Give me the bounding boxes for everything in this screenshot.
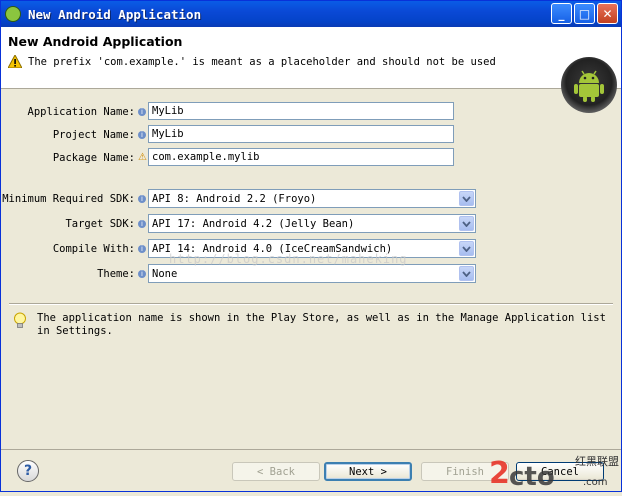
min-sdk-label: Minimum Required SDK: bbox=[2, 193, 135, 205]
compile-with-label: Compile With: bbox=[52, 243, 135, 255]
project-name-label: Project Name: bbox=[52, 129, 135, 141]
wizard-form: Application Name: i MyLib Project Name: … bbox=[1, 90, 621, 450]
maximize-button[interactable]: □ bbox=[574, 3, 595, 24]
project-name-field[interactable]: MyLib bbox=[148, 125, 454, 143]
application-name-label: Application Name: bbox=[27, 106, 135, 118]
corner-watermark-logo: 2 cto 红黑联盟 .com bbox=[487, 447, 622, 493]
watermark: http://blog.csdn.net/maheking bbox=[169, 252, 408, 266]
minimize-button[interactable]: _ bbox=[551, 3, 572, 24]
page-title: New Android Application bbox=[8, 34, 183, 49]
wizard-header: New Android Application The prefix 'com.… bbox=[1, 27, 621, 113]
next-button[interactable]: Next > bbox=[324, 462, 412, 481]
info-icon: i bbox=[138, 245, 146, 253]
chevron-down-icon[interactable] bbox=[459, 241, 474, 256]
header-warning: The prefix 'com.example.' is meant as a … bbox=[7, 53, 496, 69]
package-name-label: Package Name: bbox=[52, 152, 135, 164]
application-name-field[interactable]: MyLib bbox=[148, 102, 454, 120]
tip-message: The application name is shown in the Pla… bbox=[37, 312, 606, 337]
separator bbox=[9, 303, 613, 305]
lightbulb-icon bbox=[13, 312, 27, 330]
target-sdk-select[interactable]: API 17: Android 4.2 (Jelly Bean) bbox=[148, 214, 476, 233]
corner-logo-domain: .com bbox=[583, 477, 608, 488]
min-sdk-select[interactable]: API 8: Android 2.2 (Froyo) bbox=[148, 189, 476, 208]
theme-select[interactable]: None bbox=[148, 264, 476, 283]
close-button[interactable]: ✕ bbox=[597, 3, 618, 24]
back-button[interactable]: < Back bbox=[232, 462, 320, 481]
package-name-field[interactable]: com.example.mylib bbox=[148, 148, 454, 166]
info-icon: i bbox=[138, 270, 146, 278]
window-title: New Android Application bbox=[28, 6, 202, 22]
target-sdk-label: Target SDK: bbox=[65, 218, 135, 230]
info-icon: i bbox=[138, 108, 146, 116]
help-icon[interactable]: ? bbox=[17, 460, 39, 482]
min-sdk-value: API 8: Android 2.2 (Froyo) bbox=[152, 193, 317, 205]
theme-label: Theme: bbox=[97, 268, 135, 280]
target-sdk-value: API 17: Android 4.2 (Jelly Bean) bbox=[152, 218, 355, 230]
chevron-down-icon[interactable] bbox=[459, 191, 474, 206]
package-warning-icon: ⚠ bbox=[138, 152, 147, 163]
info-icon: i bbox=[138, 195, 146, 203]
chevron-down-icon[interactable] bbox=[459, 216, 474, 231]
chevron-down-icon[interactable] bbox=[459, 266, 474, 281]
info-icon: i bbox=[138, 131, 146, 139]
svg-text:cto: cto bbox=[509, 462, 555, 492]
info-icon: i bbox=[138, 220, 146, 228]
wizard-window: New Android Application _ □ ✕ New Androi… bbox=[0, 0, 622, 492]
warning-message: The prefix 'com.example.' is meant as a … bbox=[28, 55, 496, 68]
warning-icon bbox=[7, 53, 23, 69]
help-tip: The application name is shown in the Pla… bbox=[13, 312, 613, 338]
title-bar[interactable]: New Android Application _ □ ✕ bbox=[1, 1, 621, 27]
corner-logo-subtext: 红黑联盟 bbox=[575, 455, 619, 468]
android-app-icon bbox=[5, 6, 21, 22]
theme-value: None bbox=[152, 268, 178, 280]
svg-text:2: 2 bbox=[489, 456, 510, 491]
